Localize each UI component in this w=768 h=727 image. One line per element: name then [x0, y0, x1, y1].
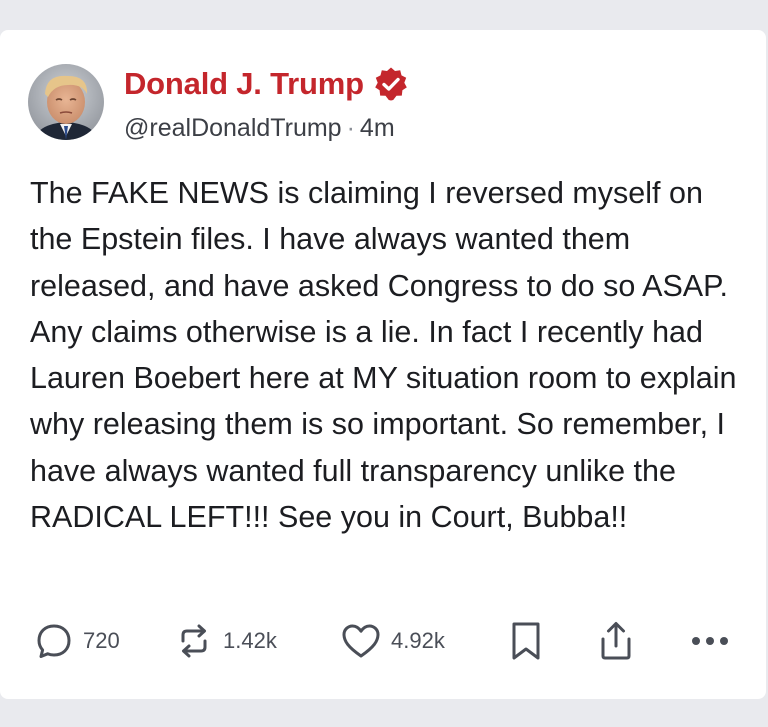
reply-icon [34, 621, 74, 661]
repost-icon [174, 621, 214, 661]
author-row: Donald J. Trump [124, 64, 409, 104]
like-button[interactable]: 4.92k [340, 616, 445, 666]
more-icon [688, 631, 732, 651]
verified-badge-icon [373, 66, 409, 102]
more-button[interactable] [688, 616, 732, 666]
separator: · [346, 114, 355, 142]
share-button[interactable] [596, 616, 636, 666]
heart-icon [340, 621, 382, 661]
bookmark-icon [506, 619, 546, 663]
post-time[interactable]: 4m [360, 114, 395, 142]
post-body: The FAKE NEWS is claiming I reversed mys… [30, 176, 737, 535]
like-count: 4.92k [391, 628, 445, 653]
author-handle[interactable]: @realDonaldTrump [124, 114, 342, 142]
bookmark-button[interactable] [506, 616, 546, 666]
author-name[interactable]: Donald J. Trump [124, 66, 364, 102]
repost-count: 1.42k [223, 628, 277, 653]
reply-button[interactable]: 720 [34, 616, 120, 666]
post-card: Donald J. Trump @realDonaldTrump · 4m The … [0, 30, 766, 699]
handle-row: @realDonaldTrump · 4m [124, 114, 395, 143]
reply-count: 720 [83, 628, 120, 653]
avatar[interactable] [28, 64, 104, 140]
repost-button[interactable]: 1.42k [174, 616, 277, 666]
share-icon [596, 619, 636, 663]
action-bar: 720 1.42k 4.92k [0, 616, 766, 666]
